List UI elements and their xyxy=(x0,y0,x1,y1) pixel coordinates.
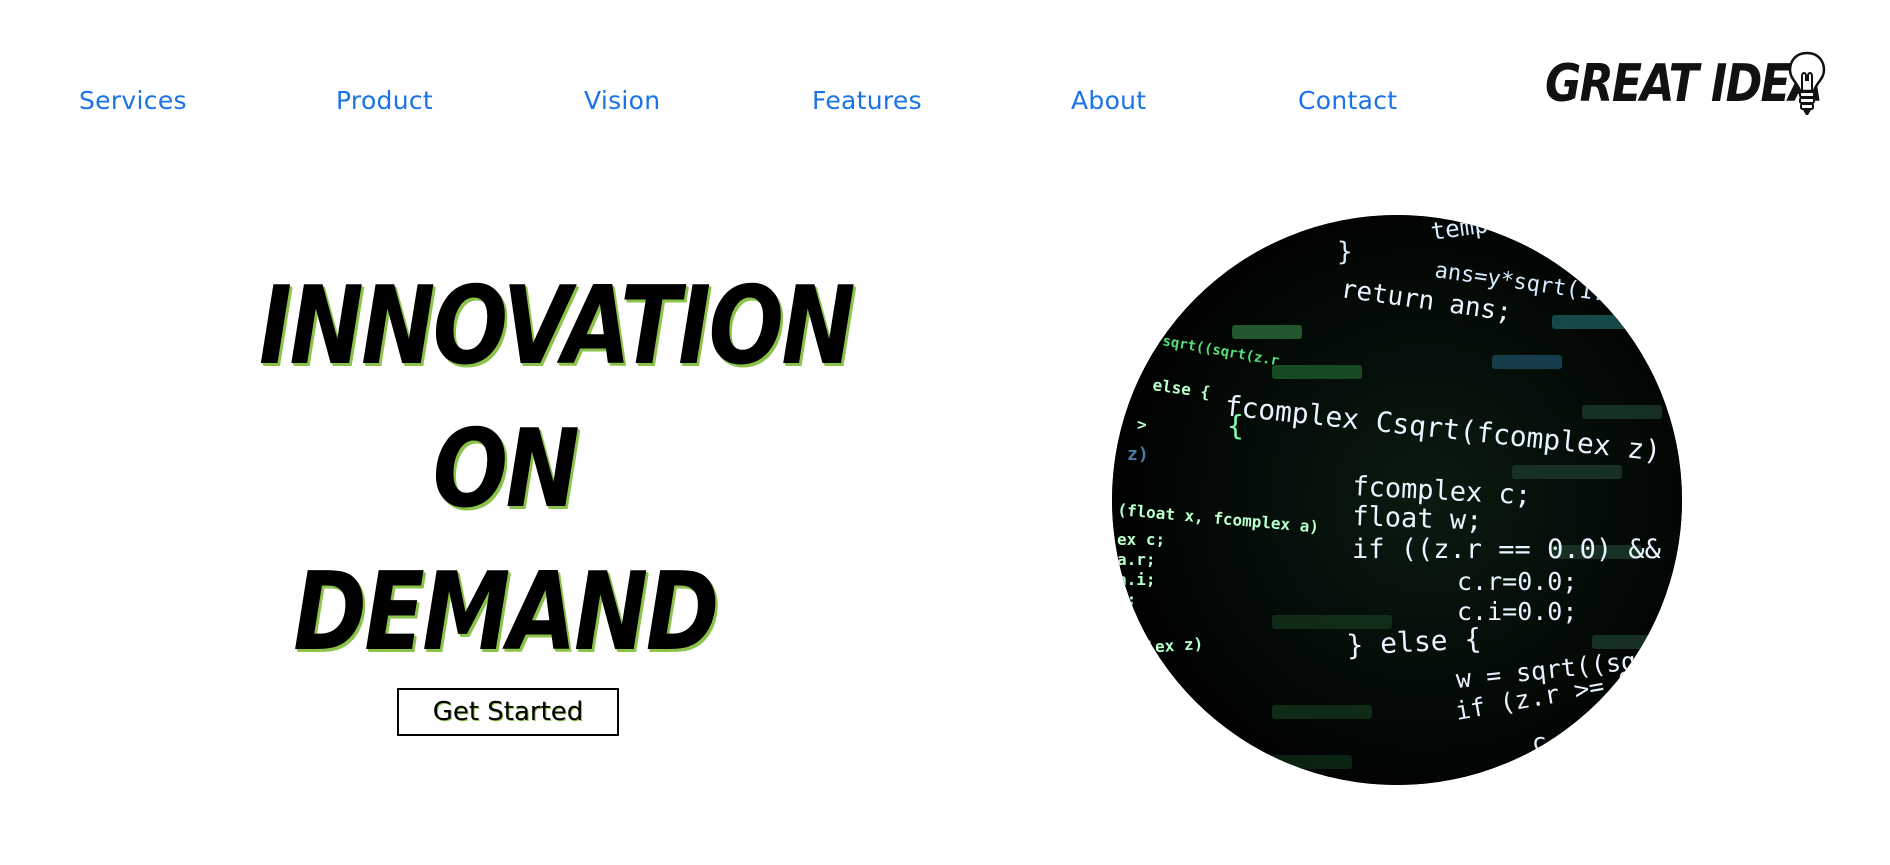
hero-headline-line-1: INNOVATION xyxy=(259,264,856,389)
code-line: c.r=0.0; xyxy=(1457,567,1577,596)
get-started-button[interactable]: Get Started xyxy=(397,688,619,736)
code-line: } else { xyxy=(1346,622,1482,662)
nav-link-vision[interactable]: Vision xyxy=(584,86,660,115)
code-streak xyxy=(1492,355,1562,369)
code-line: { xyxy=(1227,409,1244,442)
nav-link-features[interactable]: Features xyxy=(812,86,922,115)
code-streak xyxy=(1172,755,1352,769)
lightbulb-icon xyxy=(1787,50,1827,118)
code-screen-image: temp=x/y;} ans=y*sqrt(1.0+temp*temp return… xyxy=(1112,215,1682,785)
code-streak xyxy=(1272,705,1372,719)
brand-logo[interactable]: GREAT IDEA xyxy=(1545,50,1827,120)
code-streak xyxy=(1272,365,1362,379)
hero-headline: INNOVATION ON DEMAND xyxy=(259,255,856,684)
code-side-line: > xyxy=(1137,415,1147,434)
nav-link-about[interactable]: About xyxy=(1071,86,1146,115)
code-streak xyxy=(1232,325,1302,339)
code-side-line: (z.r xyxy=(1136,681,1171,699)
code-screen-graphic: temp=x/y;}ans=y*sqrt(1.0+temp*tempreturn… xyxy=(1112,215,1682,785)
hero-headline-line-3: DEMAND xyxy=(293,550,719,675)
code-streak xyxy=(1582,405,1662,419)
code-side-line: c; xyxy=(1117,590,1136,609)
code-side-line: ex c; xyxy=(1117,530,1165,549)
code-line: if ((z.r == 0.0) && (z.i == 0.0)) { xyxy=(1352,534,1682,565)
code-side-line: a.i; xyxy=(1117,570,1156,589)
brand-logo-text: GREAT IDEA xyxy=(1545,54,1823,114)
nav-link-product[interactable]: Product xyxy=(336,86,433,115)
code-side-line: z) xyxy=(1127,444,1149,465)
nav-link-services[interactable]: Services xyxy=(79,86,187,115)
code-line: c.r xyxy=(1532,728,1575,756)
code-side-line: a.r; xyxy=(1117,550,1156,569)
code-streak xyxy=(1552,315,1642,329)
hero-headline-line-2: ON xyxy=(432,407,580,532)
code-line: } xyxy=(1337,237,1353,267)
code-streak xyxy=(1512,465,1622,479)
code-line: float w; xyxy=(1352,501,1483,537)
nav-link-contact[interactable]: Contact xyxy=(1298,86,1397,115)
